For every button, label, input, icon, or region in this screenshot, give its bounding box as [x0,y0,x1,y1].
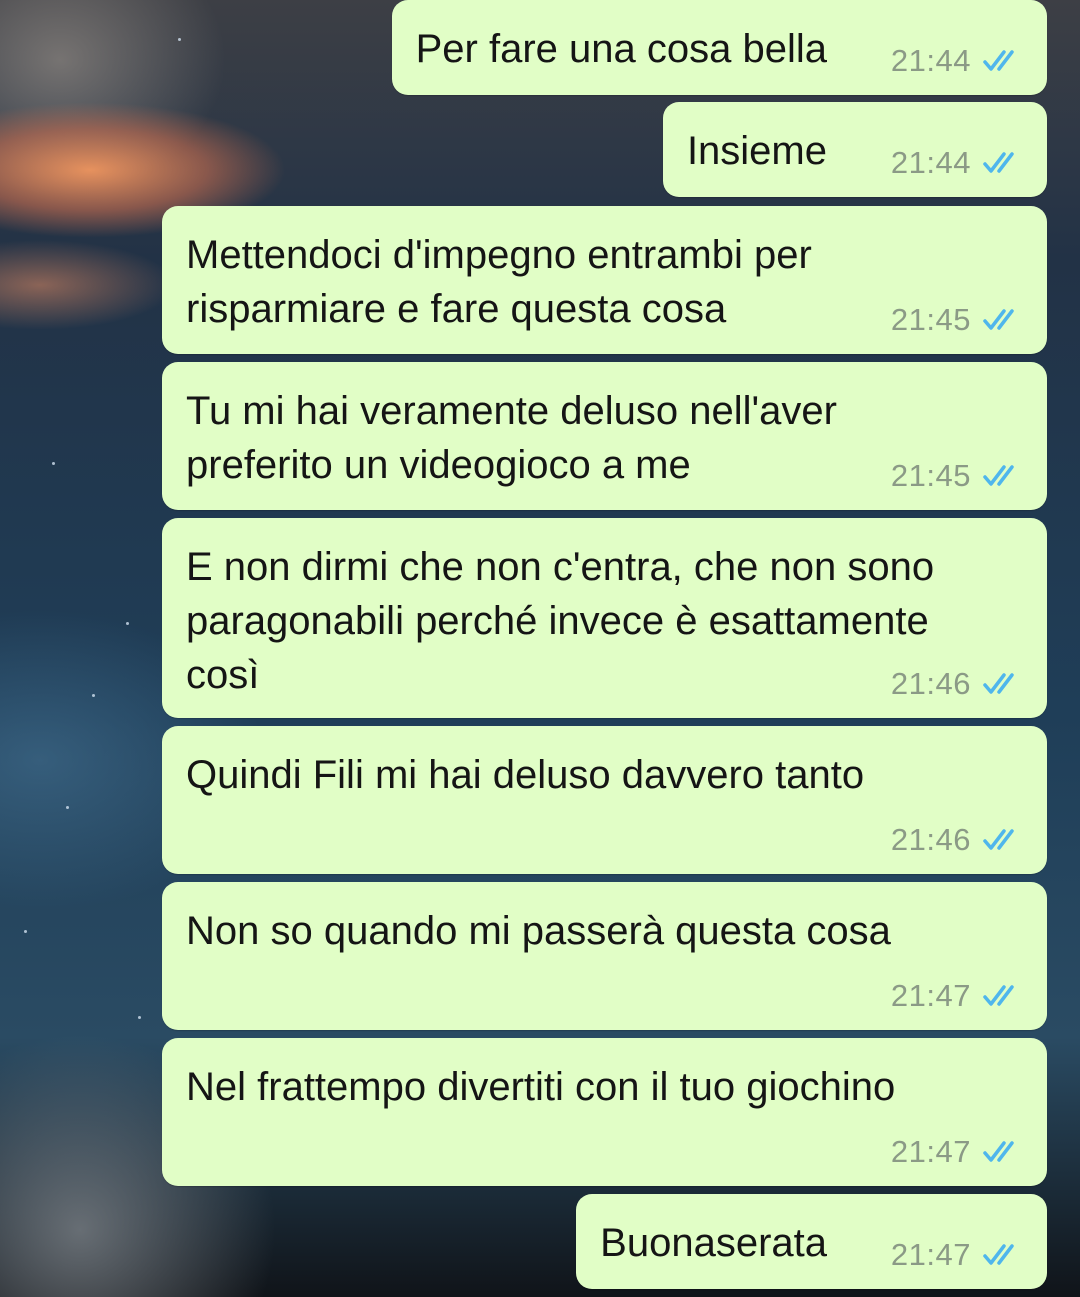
outgoing-message[interactable]: Tu mi hai veramente deluso nell'aver pre… [162,362,1047,510]
message-time: 21:47 [890,978,971,1013]
outgoing-message[interactable]: Quindi Fili mi hai deluso davvero tanto … [162,726,1047,874]
outgoing-message[interactable]: Non so quando mi passerà questa cosa 21:… [162,882,1047,1030]
outgoing-message[interactable]: Mettendoci d'impegno entrambi per rispar… [162,206,1047,354]
message-time: 21:46 [890,822,971,857]
message-meta: 21:46 [891,822,1021,858]
outgoing-message[interactable]: E non dirmi che non c'entra, che non son… [162,518,1047,718]
message-time: 21:44 [890,43,971,78]
double-check-read-icon [983,1141,1014,1162]
message-meta: 21:45 [891,458,1021,494]
message-meta: 21:45 [891,302,1021,338]
double-check-read-icon [983,1244,1014,1265]
outgoing-message[interactable]: Per fare una cosa bella 21:44 [391,0,1047,95]
message-time: 21:45 [890,302,971,337]
message-text: Nel frattempo divertiti con il tuo gioch… [186,1065,896,1109]
outgoing-message[interactable]: Insieme 21:44 [662,102,1047,197]
outgoing-message[interactable]: Buonaserata 21:47 [576,1194,1047,1289]
message-meta: 21:44 [891,145,1021,181]
double-check-read-icon [983,309,1014,330]
double-check-read-icon [983,673,1014,694]
message-list[interactable]: Per fare una cosa bella 21:44 Insieme 21… [0,0,1080,1297]
message-text: Quindi Fili mi hai deluso davvero tanto [186,753,865,797]
message-meta: 21:47 [891,978,1021,1014]
message-time: 21:47 [890,1134,971,1169]
message-time: 21:45 [890,458,971,493]
message-meta: 21:44 [891,43,1021,79]
message-time: 21:47 [890,1237,971,1272]
double-check-read-icon [983,465,1014,486]
double-check-read-icon [983,985,1014,1006]
double-check-read-icon [983,152,1014,173]
message-text: Per fare una cosa bella [415,27,827,71]
message-meta: 21:47 [891,1134,1021,1170]
message-meta: 21:47 [891,1237,1021,1273]
message-text: Insieme [686,129,827,173]
message-time: 21:46 [890,666,971,701]
outgoing-message[interactable]: Nel frattempo divertiti con il tuo gioch… [162,1038,1047,1186]
message-text: Non so quando mi passerà questa cosa [186,909,891,953]
double-check-read-icon [983,829,1014,850]
message-text: Buonaserata [600,1221,827,1265]
message-meta: 21:46 [891,666,1021,702]
double-check-read-icon [983,50,1014,71]
message-time: 21:44 [890,145,971,180]
